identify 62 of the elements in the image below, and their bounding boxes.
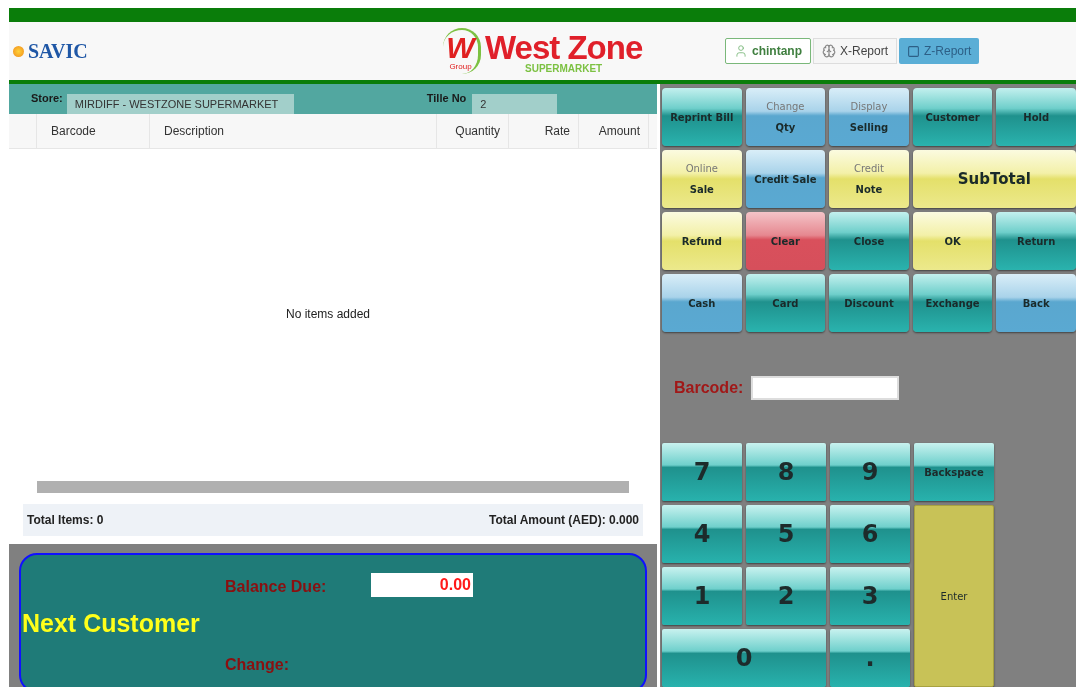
keypad-key[interactable]: 0	[662, 629, 826, 687]
keypad-key[interactable]: Backspace	[914, 443, 994, 501]
function-button[interactable]: Credit Note	[829, 150, 909, 208]
function-button[interactable]: Discount	[829, 274, 909, 332]
x-report-button[interactable]: X-Report	[813, 38, 898, 64]
keypad-key[interactable]: 8	[746, 443, 826, 501]
function-button[interactable]: Change Qty	[745, 88, 826, 146]
function-button[interactable]: Cash	[662, 274, 742, 332]
function-button[interactable]: Exchange	[912, 274, 993, 332]
keypad-key[interactable]: .	[830, 629, 910, 687]
function-button[interactable]: Credit Sale	[745, 150, 826, 208]
column-header: Quantity	[455, 123, 500, 140]
total-items: Total Items: 0	[27, 512, 104, 529]
keypad-key[interactable]: 7	[662, 443, 742, 501]
user-button[interactable]: chintanp	[725, 38, 811, 64]
sun-icon	[13, 45, 24, 57]
function-button[interactable]: Back	[996, 274, 1076, 332]
function-button[interactable]: Clear	[745, 212, 826, 270]
change-label: Change:	[225, 655, 289, 675]
brand-name: SAVIC	[28, 39, 88, 64]
balance-due-field: 0.00	[371, 573, 473, 597]
function-button[interactable]: Hold	[996, 88, 1076, 146]
logo-name: West Zone	[485, 31, 643, 64]
keypad-key[interactable]: 5	[746, 505, 826, 563]
column-header: Rate	[544, 123, 570, 140]
keypad-key[interactable]: Enter	[914, 505, 994, 687]
function-button[interactable]: Reprint Bill	[662, 88, 742, 146]
column-header: Barcode	[51, 123, 96, 140]
logo-mark: W Group	[443, 28, 481, 74]
function-button[interactable]: Online Sale	[662, 150, 742, 208]
store-label: Store:	[31, 90, 63, 106]
empty-message: No items added	[285, 305, 370, 323]
function-button[interactable]: OK	[912, 212, 993, 270]
function-button[interactable]: SubTotal	[912, 150, 1076, 208]
function-button[interactable]: Return	[996, 212, 1076, 270]
keypad-key[interactable]: 3	[830, 567, 910, 625]
scrollbar[interactable]	[37, 481, 629, 493]
barcode-label: Barcode:	[674, 377, 744, 398]
keypad-key[interactable]: 4	[662, 505, 742, 563]
function-button[interactable]: Display Selling	[829, 88, 909, 146]
till-field: 2	[472, 94, 558, 114]
function-button[interactable]: Customer	[912, 88, 993, 146]
function-button[interactable]: Close	[829, 212, 909, 270]
balance-due-label: Balance Due:	[225, 577, 327, 597]
keypad-key[interactable]: 9	[830, 443, 910, 501]
next-customer: Next Customer	[22, 608, 200, 639]
square-icon	[907, 44, 921, 58]
function-button[interactable]: Card	[745, 274, 826, 332]
z-report-button[interactable]: Z-Report	[899, 38, 980, 64]
till-label: Tille No	[426, 90, 467, 106]
keypad-key[interactable]: 2	[746, 567, 826, 625]
total-amount: Total Amount (AED): 0.000	[489, 512, 639, 529]
user-icon	[734, 44, 748, 58]
function-button[interactable]: Refund	[662, 212, 742, 270]
column-header: Amount	[598, 123, 640, 140]
keypad-key[interactable]: 1	[662, 567, 742, 625]
store-field: MIRDIFF - WESTZONE SUPERMARKET	[66, 94, 294, 114]
keypad-key[interactable]: 6	[830, 505, 910, 563]
brain-icon	[822, 44, 836, 58]
barcode-field[interactable]	[751, 375, 900, 400]
logo-tagline: SUPERMARKET	[525, 64, 603, 74]
column-header: Description	[164, 123, 225, 140]
